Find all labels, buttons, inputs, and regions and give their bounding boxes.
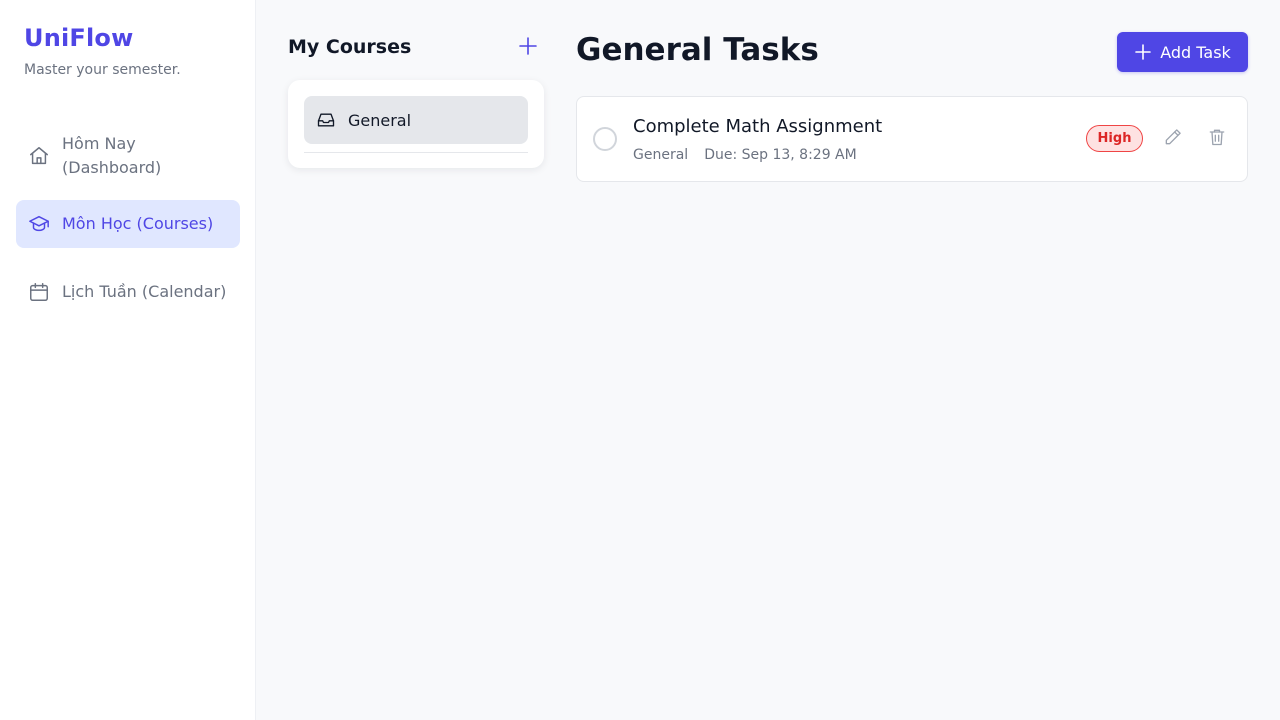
plus-icon	[518, 36, 538, 60]
add-task-label: Add Task	[1160, 42, 1231, 62]
task-course: General	[633, 147, 689, 163]
plus-icon	[1134, 43, 1152, 61]
graduation-cap-icon	[28, 213, 50, 235]
course-item-general[interactable]: General	[304, 96, 528, 144]
sidebar-item-label: Môn Học (Courses)	[62, 214, 214, 233]
pencil-icon	[1163, 127, 1183, 151]
delete-task-button[interactable]	[1206, 128, 1228, 150]
sidebar: UniFlow Master your semester. Hôm Nay (D…	[0, 0, 256, 720]
page-title: General Tasks	[576, 32, 819, 68]
home-icon	[28, 145, 50, 167]
calendar-icon	[28, 281, 50, 303]
sidebar-item-label: Hôm Nay (Dashboard)	[62, 134, 162, 177]
task-due: Due: Sep 13, 8:29 AM	[704, 147, 857, 163]
course-item-label: General	[348, 110, 412, 130]
add-task-button[interactable]: Add Task	[1117, 32, 1248, 72]
app-tagline: Master your semester.	[24, 62, 181, 78]
sidebar-item-courses[interactable]: Môn Học (Courses)	[16, 200, 240, 248]
add-course-button[interactable]	[516, 36, 540, 60]
task-meta: General Due: Sep 13, 8:29 AM	[633, 147, 857, 163]
task-title: Complete Math Assignment	[633, 116, 883, 137]
divider	[304, 152, 528, 153]
app-logo[interactable]: UniFlow	[24, 24, 133, 52]
trash-icon	[1207, 127, 1227, 151]
courses-heading: My Courses	[288, 36, 412, 58]
course-list: General	[288, 80, 544, 168]
task-complete-checkbox[interactable]	[593, 127, 617, 151]
sidebar-item-dashboard[interactable]: Hôm Nay (Dashboard)	[16, 132, 240, 180]
priority-badge: High	[1086, 125, 1143, 152]
task-card[interactable]: Complete Math Assignment General Due: Se…	[576, 96, 1248, 182]
sidebar-item-label: Lịch Tuần (Calendar)	[62, 282, 227, 301]
edit-task-button[interactable]	[1162, 128, 1184, 150]
sidebar-item-calendar[interactable]: Lịch Tuần (Calendar)	[16, 268, 240, 316]
inbox-icon	[316, 110, 336, 130]
